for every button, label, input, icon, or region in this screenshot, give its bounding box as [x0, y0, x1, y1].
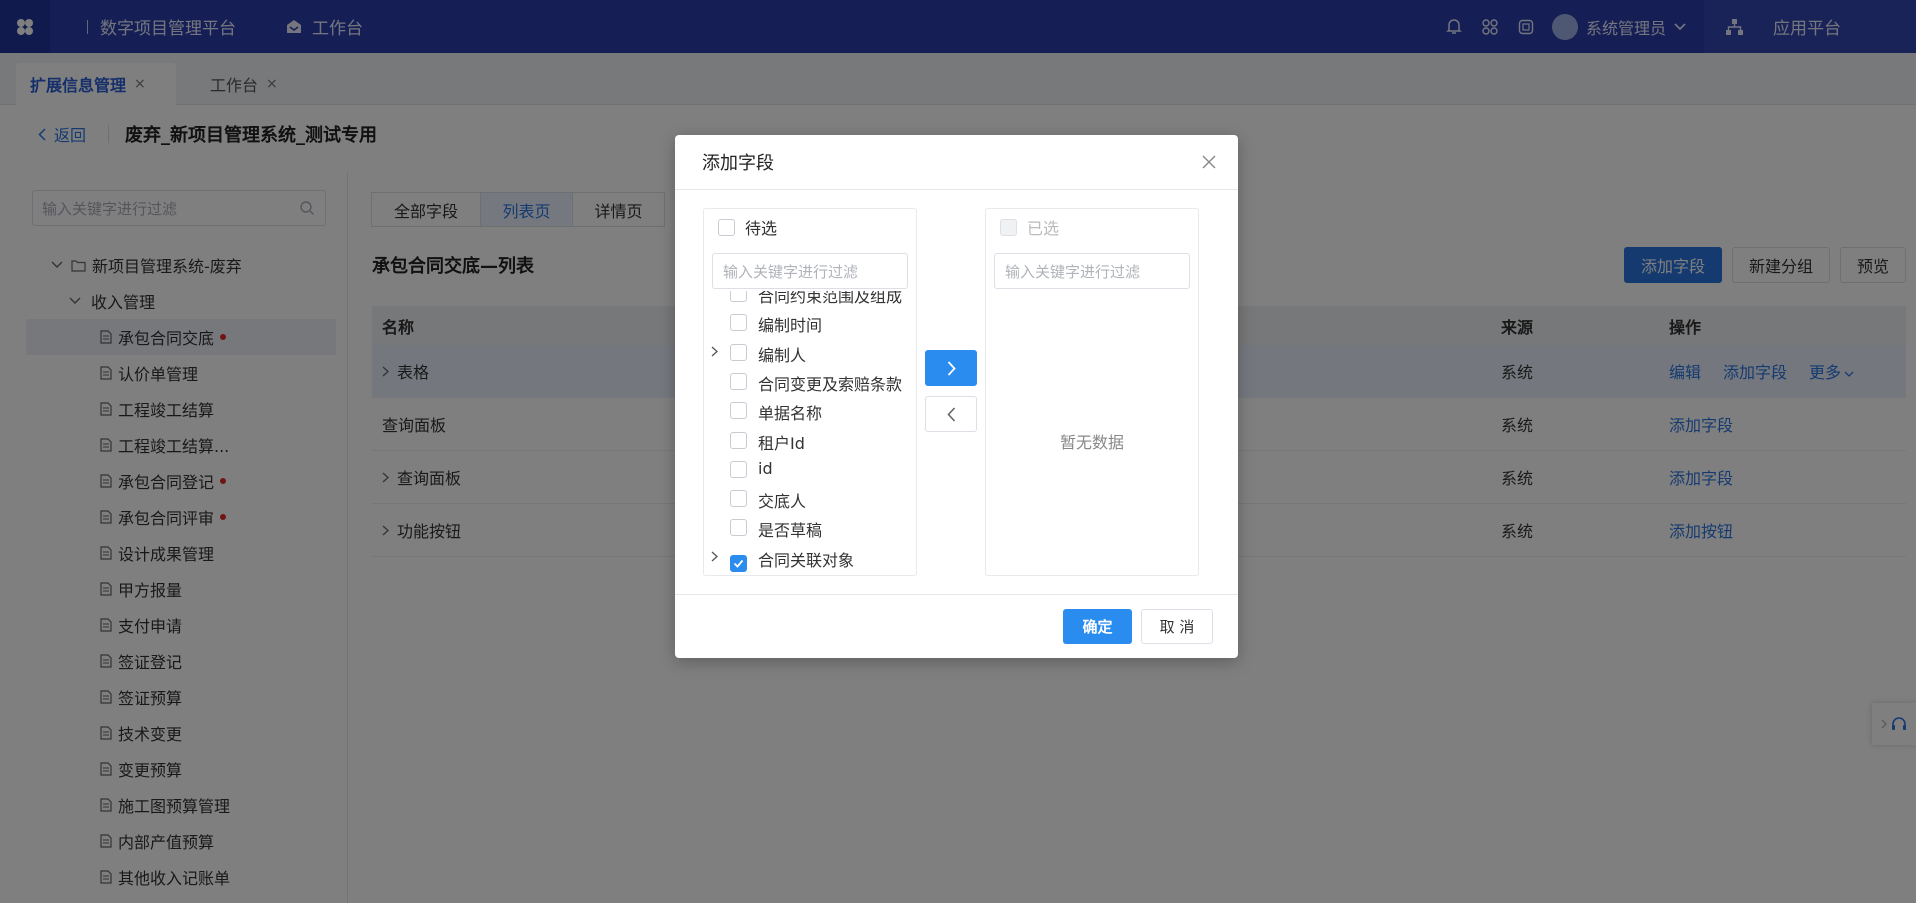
item-checkbox[interactable]: [730, 372, 747, 390]
item-checkbox[interactable]: [730, 431, 747, 449]
candidate-item[interactable]: 单据名称: [704, 396, 916, 425]
candidate-header: 待选: [704, 209, 916, 245]
candidate-item[interactable]: 是否草稿: [704, 513, 916, 542]
empty-state: 暂无数据: [1059, 433, 1124, 452]
dialog-title: 添加字段: [702, 153, 774, 174]
selected-filter-input[interactable]: 输入关键字进行过滤: [994, 253, 1190, 289]
candidate-item[interactable]: 编制人: [704, 338, 916, 367]
item-label: 编制时间: [758, 316, 823, 336]
item-checkbox[interactable]: [730, 554, 747, 572]
candidate-title: 待选: [745, 219, 778, 238]
chevron-right-icon: [947, 360, 956, 376]
candidate-panel: 待选 输入关键字进行过滤 合同约束范围及组成编制时间编制人合同变更及索赔条款 单据…: [703, 208, 917, 576]
chevron-right-icon[interactable]: [711, 346, 718, 357]
item-label: 租户Id: [758, 433, 805, 453]
confirm-button[interactable]: 确定: [1063, 609, 1132, 644]
item-checkbox[interactable]: [730, 402, 747, 420]
cancel-button[interactable]: 取 消: [1141, 609, 1213, 644]
selected-all-checkbox: [1000, 218, 1017, 236]
item-checkbox[interactable]: [730, 460, 747, 478]
select-all-checkbox[interactable]: [718, 218, 735, 236]
candidate-item[interactable]: 合同关联对象: [704, 543, 916, 572]
item-checkbox[interactable]: [730, 343, 747, 361]
item-label: 是否草稿: [758, 521, 823, 541]
item-label: 合同关联对象: [758, 550, 855, 570]
close-icon[interactable]: [1202, 155, 1216, 169]
item-label: 编制人: [758, 345, 807, 365]
dialog-header: 添加字段: [675, 135, 1238, 190]
candidate-filter-input[interactable]: 输入关键字进行过滤: [712, 253, 908, 289]
check-icon: [733, 559, 744, 568]
add-field-dialog: 添加字段 待选 输入关键字进行过滤 合同约束范围及组成编制时间编制人合同变更及索…: [675, 135, 1238, 658]
chevron-left-icon: [946, 406, 955, 422]
chevron-right-icon[interactable]: [711, 551, 718, 562]
item-label: 合同变更及索赔条款: [758, 374, 903, 394]
dialog-footer: 确定 取 消: [675, 594, 1238, 658]
item-label: 合同约束范围及组成: [758, 291, 903, 306]
item-label: 单据名称: [758, 404, 823, 424]
selected-panel: 已选 输入关键字进行过滤 暂无数据: [985, 208, 1199, 576]
selected-header: 已选: [986, 209, 1198, 245]
move-right-button[interactable]: [925, 350, 977, 386]
item-checkbox[interactable]: [730, 490, 747, 508]
candidate-item[interactable]: 交底人: [704, 484, 916, 513]
item-checkbox[interactable]: [730, 291, 747, 302]
candidate-item[interactable]: 合同变更及索赔条款: [704, 367, 916, 396]
candidate-item[interactable]: 租户Id: [704, 426, 916, 455]
selected-title: 已选: [1027, 219, 1060, 238]
move-left-button[interactable]: [925, 396, 977, 432]
item-checkbox[interactable]: [730, 314, 747, 332]
candidate-item[interactable]: 合同约束范围及组成: [704, 291, 916, 308]
candidate-list[interactable]: 合同约束范围及组成编制时间编制人合同变更及索赔条款 单据名称租户Id id 交底人是否…: [704, 291, 916, 575]
item-label: 交底人: [758, 492, 807, 512]
item-checkbox[interactable]: [730, 519, 747, 537]
item-label: id: [758, 458, 773, 478]
candidate-item[interactable]: id: [704, 455, 916, 484]
candidate-item[interactable]: 编制时间: [704, 308, 916, 337]
